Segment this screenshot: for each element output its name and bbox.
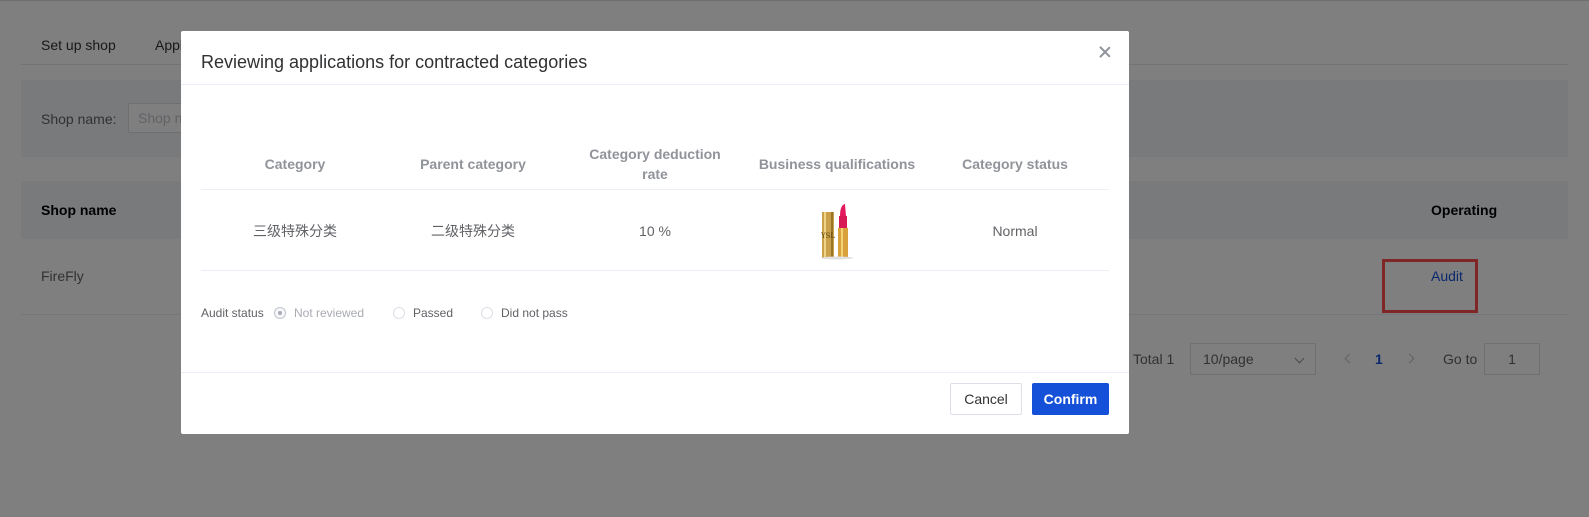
radio-label: Did not pass	[501, 306, 568, 320]
radio-label: Not reviewed	[294, 306, 365, 320]
review-dialog: Reviewing applications for contracted ca…	[181, 31, 1129, 434]
svg-text:YSL: YSL	[820, 232, 835, 240]
category-table: Category Parent category Category deduct…	[201, 137, 1109, 271]
dialog-footer: Cancel Confirm	[181, 372, 1129, 434]
radio-passed[interactable]: Passed	[393, 305, 453, 321]
column-header-parent-category: Parent category	[420, 155, 526, 172]
column-header-category: Category	[264, 155, 326, 172]
column-header-category-status: Category status	[962, 155, 1068, 172]
close-icon[interactable]	[1096, 43, 1114, 61]
deduction-rate-cell: 10 %	[639, 222, 671, 239]
audit-status-label: Audit status	[201, 306, 264, 320]
confirm-button[interactable]: Confirm	[1032, 383, 1109, 415]
table-row: 三级特殊分类 二级特殊分类 10 % YSL Normal	[201, 190, 1109, 271]
column-header-business-qualifications: Business qualifications	[758, 155, 916, 172]
radio-unchecked-icon	[393, 307, 405, 319]
radio-not-reviewed[interactable]: Not reviewed	[274, 305, 364, 321]
dialog-title: Reviewing applications for contracted ca…	[201, 52, 588, 72]
cancel-button[interactable]: Cancel	[950, 383, 1022, 415]
category-table-header: Category Parent category Category deduct…	[201, 137, 1109, 190]
qualification-cell: YSL	[753, 190, 921, 271]
radio-checked-icon	[274, 307, 286, 319]
column-header-deduction-rate: Category deduction rate	[589, 145, 721, 182]
radio-label: Passed	[413, 306, 454, 320]
radio-did-not-pass[interactable]: Did not pass	[481, 305, 568, 321]
radio-unchecked-icon	[481, 307, 493, 319]
dialog-header: Reviewing applications for contracted ca…	[181, 31, 1129, 85]
parent-category-cell: 二级特殊分类	[431, 222, 515, 239]
category-status-cell: Normal	[992, 222, 1038, 239]
category-cell: 三级特殊分类	[253, 222, 337, 239]
lipstick-image[interactable]: YSL	[819, 201, 855, 260]
